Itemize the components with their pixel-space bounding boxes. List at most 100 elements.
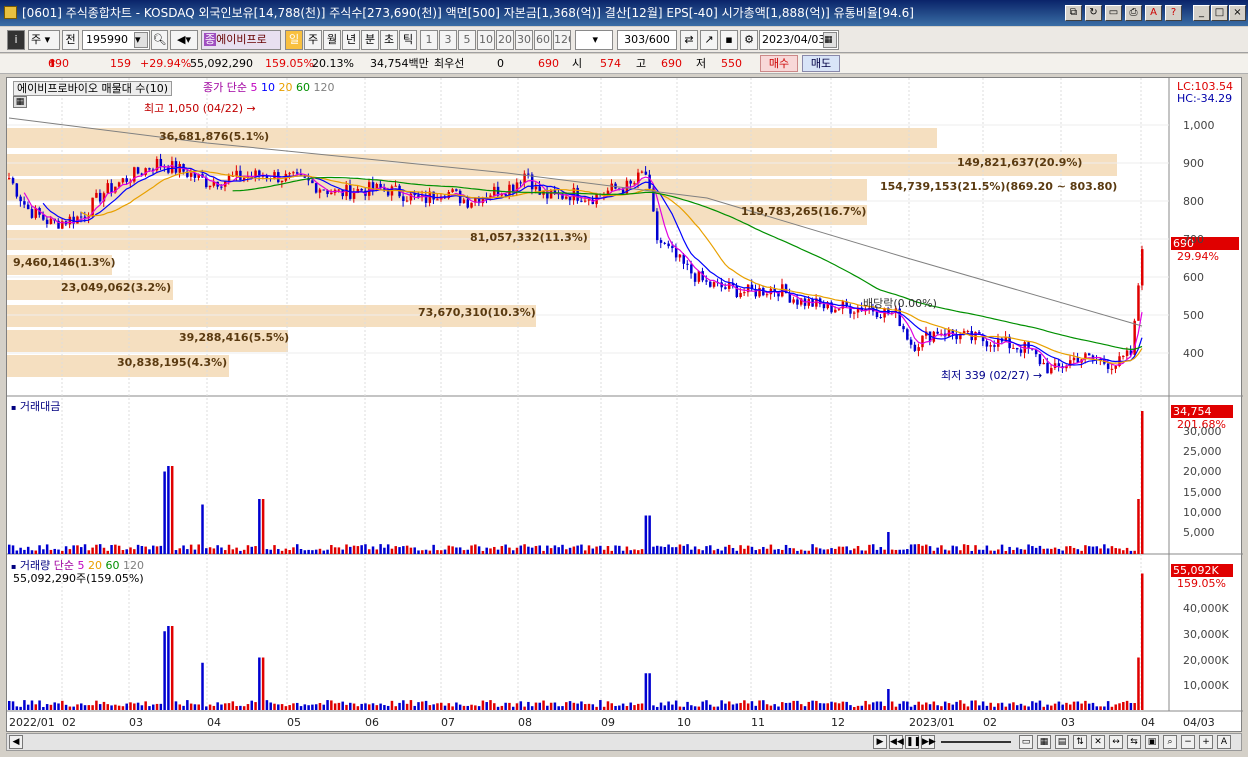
volume-bar bbox=[727, 701, 731, 710]
amount-bar bbox=[572, 546, 576, 554]
candle-body bbox=[796, 299, 799, 305]
interval-3[interactable]: 10 bbox=[477, 30, 495, 50]
interval-input[interactable]: ▾ bbox=[575, 30, 613, 50]
amount-bar bbox=[227, 544, 231, 554]
interval-6[interactable]: 60 bbox=[534, 30, 552, 50]
volume-bar bbox=[295, 702, 299, 710]
period-0[interactable]: 일 bbox=[285, 30, 303, 50]
amount-bar bbox=[701, 550, 704, 554]
buy-button[interactable]: 매수 bbox=[760, 55, 798, 72]
play-icon[interactable]: ▶ bbox=[873, 735, 887, 749]
candle-body bbox=[110, 183, 113, 193]
interval-0[interactable]: 1 bbox=[420, 30, 438, 50]
chart-svg[interactable] bbox=[7, 78, 1243, 733]
period-1[interactable]: 주 bbox=[304, 30, 322, 50]
volume-profile-label: 23,049,062(3.2%) bbox=[61, 281, 172, 294]
rewind-icon[interactable]: ◀◀ bbox=[889, 735, 904, 749]
interval-1[interactable]: 3 bbox=[439, 30, 457, 50]
current-price: 690 ⬆ bbox=[48, 57, 69, 70]
amount-bar bbox=[261, 499, 265, 554]
amount-bar bbox=[250, 546, 254, 554]
amount-bar bbox=[151, 545, 155, 554]
link-icon[interactable]: ⧉ bbox=[1065, 5, 1082, 21]
period-3[interactable]: 년 bbox=[342, 30, 360, 50]
info-icon[interactable]: i bbox=[7, 30, 25, 50]
candle-body bbox=[49, 218, 53, 224]
sell-button[interactable]: 매도 bbox=[802, 55, 840, 72]
interval-4[interactable]: 20 bbox=[496, 30, 514, 50]
arrange-icon[interactable]: ⇅ bbox=[1073, 735, 1087, 749]
volume-bar bbox=[784, 702, 788, 710]
amount-bar bbox=[1076, 549, 1080, 554]
search-icon[interactable]: 🔍︎ bbox=[151, 30, 168, 50]
help-icon[interactable]: ? bbox=[1165, 5, 1182, 21]
zoom-slider[interactable] bbox=[941, 741, 1011, 743]
zoom-in-icon[interactable]: + bbox=[1199, 735, 1213, 749]
speaker-icon[interactable]: ◀▾ bbox=[170, 30, 198, 50]
date-input[interactable]: 2023/04/03 ▦ bbox=[759, 30, 839, 50]
print-icon[interactable]: ⎙ bbox=[1125, 5, 1142, 21]
refresh-icon[interactable]: ↻ bbox=[1085, 5, 1102, 21]
compare-icon[interactable]: ⇆ bbox=[1127, 735, 1141, 749]
volume-bar bbox=[98, 704, 102, 710]
settings-icon[interactable]: ⚙ bbox=[740, 30, 758, 50]
split-icon[interactable]: ▤ bbox=[1055, 735, 1069, 749]
code-input[interactable]: 195990 ▾ bbox=[82, 30, 150, 50]
window-icon[interactable]: ▭ bbox=[1105, 5, 1122, 21]
volume-bar bbox=[940, 706, 943, 710]
period-5[interactable]: 초 bbox=[380, 30, 398, 50]
grid-layout-icon[interactable]: ▦ bbox=[1037, 735, 1051, 749]
fast-forward-icon[interactable]: ▶▶ bbox=[921, 735, 936, 749]
candle-body bbox=[1137, 285, 1140, 321]
interval-2[interactable]: 5 bbox=[458, 30, 476, 50]
pause-icon[interactable]: ❚❚ bbox=[905, 735, 921, 749]
chart-type-icon[interactable]: ▣ bbox=[1145, 735, 1159, 749]
text-tool-icon[interactable]: A bbox=[1217, 735, 1231, 749]
volume-bar bbox=[811, 700, 814, 710]
period-6[interactable]: 틱 bbox=[399, 30, 417, 50]
chart-area[interactable]: 에이비프로바이오 매물대 수(10) 종가 단순 5 10 20 60 120 … bbox=[6, 77, 1243, 733]
prev-button[interactable]: 전 bbox=[62, 30, 79, 50]
volume-bar bbox=[186, 700, 189, 710]
interval-7[interactable]: 120 bbox=[553, 30, 571, 50]
maximize-button[interactable]: □ bbox=[1211, 5, 1228, 21]
volume-bar bbox=[1087, 703, 1091, 710]
volume-bar bbox=[106, 704, 110, 710]
trend-icon[interactable]: ↗ bbox=[700, 30, 718, 50]
amount-bar bbox=[265, 549, 269, 554]
amount-bar bbox=[652, 546, 655, 554]
layout-icon[interactable]: ▭ bbox=[1019, 735, 1033, 749]
volume-bar bbox=[110, 705, 113, 710]
volume-bar bbox=[1084, 700, 1087, 710]
candle-body bbox=[1012, 347, 1015, 349]
period-2[interactable]: 월 bbox=[323, 30, 341, 50]
volume-bar bbox=[1114, 704, 1117, 710]
volume-bar bbox=[30, 700, 34, 710]
scrollbar[interactable]: ◀ ▶ ◀◀ ❚❚ ▶▶ ▭ ▦ ▤ ⇅ ✕ ↔ ⇆ ▣ ⌕ − + A bbox=[6, 733, 1242, 751]
scroll-left-icon[interactable]: ◀ bbox=[9, 735, 23, 749]
market-select[interactable]: 주 ▾ bbox=[28, 30, 60, 50]
volume-bar bbox=[49, 704, 53, 710]
font-icon[interactable]: A bbox=[1145, 5, 1162, 21]
save-icon[interactable]: ▪ bbox=[720, 30, 738, 50]
zoom-search-icon[interactable]: ⌕ bbox=[1163, 735, 1177, 749]
candle-body bbox=[1038, 354, 1042, 365]
grid-icon[interactable]: ▦ bbox=[13, 96, 27, 108]
crosshair-icon[interactable]: ✕ bbox=[1091, 735, 1105, 749]
volume-bar bbox=[826, 703, 829, 710]
candle-body bbox=[220, 186, 223, 188]
interval-5[interactable]: 30 bbox=[515, 30, 533, 50]
low-note: 최저 339 (02/27) → bbox=[941, 369, 1043, 382]
zoom-out-icon[interactable]: − bbox=[1181, 735, 1195, 749]
minimize-button[interactable]: _ bbox=[1193, 5, 1210, 21]
count-field[interactable]: 303/600 bbox=[617, 30, 677, 50]
amount-bar bbox=[705, 546, 708, 554]
close-button[interactable]: × bbox=[1229, 5, 1246, 21]
volume-bar bbox=[314, 704, 318, 710]
volume-bar bbox=[386, 705, 390, 710]
volume-bar bbox=[705, 700, 708, 710]
chart-tool-icon[interactable]: ⇄ bbox=[680, 30, 698, 50]
period-4[interactable]: 분 bbox=[361, 30, 379, 50]
pan-icon[interactable]: ↔ bbox=[1109, 735, 1123, 749]
candle-body bbox=[436, 199, 439, 201]
